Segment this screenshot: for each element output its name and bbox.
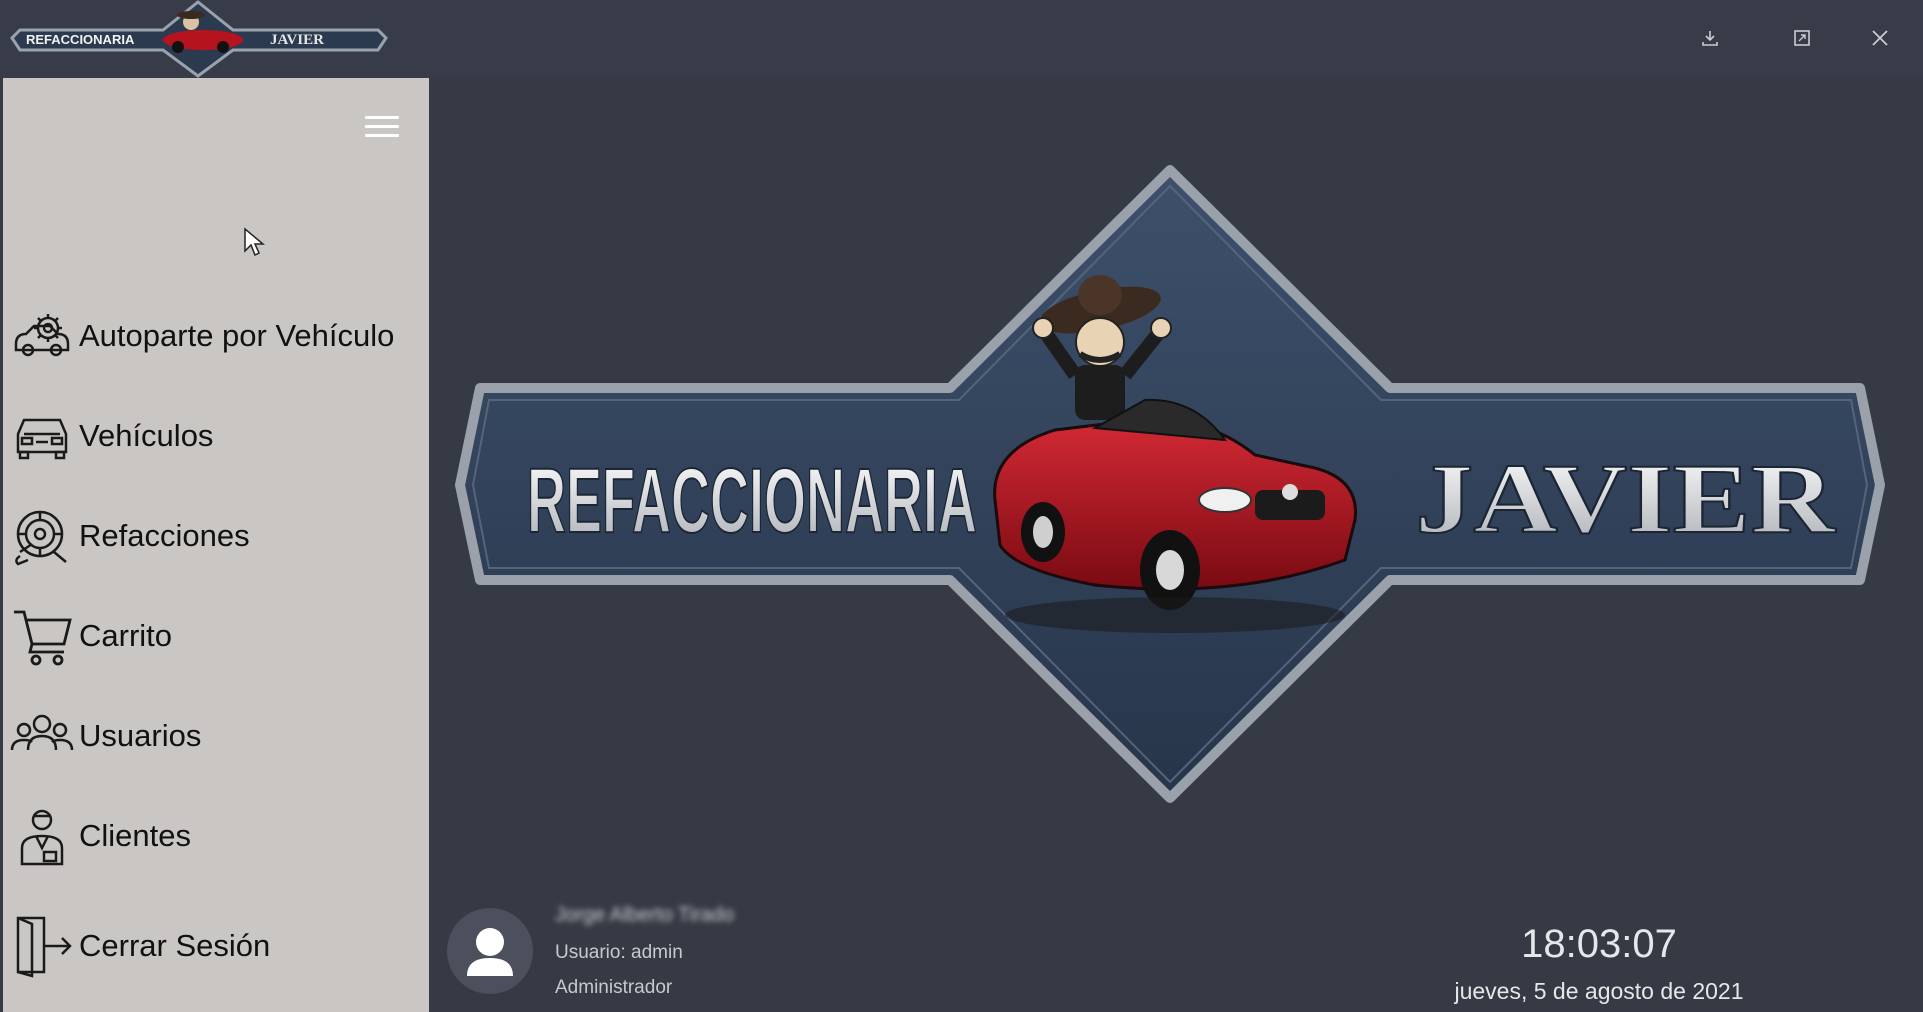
main-logo: REFACCIONARIA JAVIER (455, 165, 1885, 803)
hamburger-menu-button[interactable] (365, 116, 399, 142)
sidebar-item-label: Vehículos (79, 418, 214, 453)
user-role: Administrador (555, 977, 673, 998)
car-gear-icon (7, 303, 77, 369)
restore-icon (1794, 30, 1810, 46)
user-full-name: Jorge Alberto Tirado (555, 904, 734, 926)
user-panel: Jorge Alberto Tirado Usuario: admin Admi… (429, 890, 1923, 1012)
clock-time: 18:03:07 (1521, 922, 1677, 966)
users-icon (7, 703, 77, 769)
svg-text:REFACCIONARIA: REFACCIONARIA (527, 450, 977, 552)
svg-text:JAVIER: JAVIER (1415, 443, 1837, 554)
sidebar-item-label: Cerrar Sesión (79, 928, 271, 963)
sidebar-item-clientes[interactable]: Clientes (3, 796, 429, 876)
sidebar: Autoparte por Vehículo Vehículos Refacci… (3, 78, 429, 1012)
sidebar-item-refacciones[interactable]: Refacciones (3, 496, 429, 576)
sidebar-item-cerrar-sesion[interactable]: Cerrar Sesión (3, 906, 429, 986)
sidebar-item-label: Carrito (79, 618, 173, 653)
close-button[interactable] (1862, 20, 1898, 56)
minimize-icon (1702, 31, 1718, 46)
sidebar-item-label: Clientes (79, 818, 191, 853)
title-bar: REFACCIONARIA JAVIER (0, 0, 1923, 78)
sidebar-item-label: Autoparte por Vehículo (79, 318, 395, 353)
sidebar-item-label: Refacciones (79, 518, 250, 553)
cart-icon (7, 603, 77, 669)
clock-date: jueves, 5 de agosto de 2021 (1454, 978, 1744, 1004)
minimize-button[interactable] (1692, 20, 1728, 56)
brake-disc-icon (7, 503, 77, 569)
svg-text:JAVIER: JAVIER (270, 32, 324, 48)
user-avatar-icon (467, 928, 513, 976)
car-front-icon (7, 403, 77, 469)
avatar (447, 908, 533, 994)
sidebar-item-label: Usuarios (79, 718, 202, 753)
sidebar-item-vehiculos[interactable]: Vehículos (3, 396, 429, 476)
hamburger-icon (365, 116, 399, 119)
app-logo-small: REFACCIONARIA JAVIER (10, 0, 388, 78)
close-icon (1872, 30, 1888, 46)
sidebar-item-autoparte-por-vehiculo[interactable]: Autoparte por Vehículo (3, 296, 429, 376)
sidebar-item-carrito[interactable]: Carrito (3, 596, 429, 676)
logout-icon (7, 913, 77, 979)
user-login: Usuario: admin (555, 942, 683, 963)
sidebar-item-usuarios[interactable]: Usuarios (3, 696, 429, 776)
mouse-cursor-icon (244, 227, 265, 257)
hamburger-line (365, 134, 399, 137)
maximize-button[interactable] (1784, 20, 1820, 56)
client-icon (7, 803, 77, 869)
svg-text:REFACCIONARIA: REFACCIONARIA (26, 32, 135, 47)
hamburger-line (365, 125, 399, 128)
